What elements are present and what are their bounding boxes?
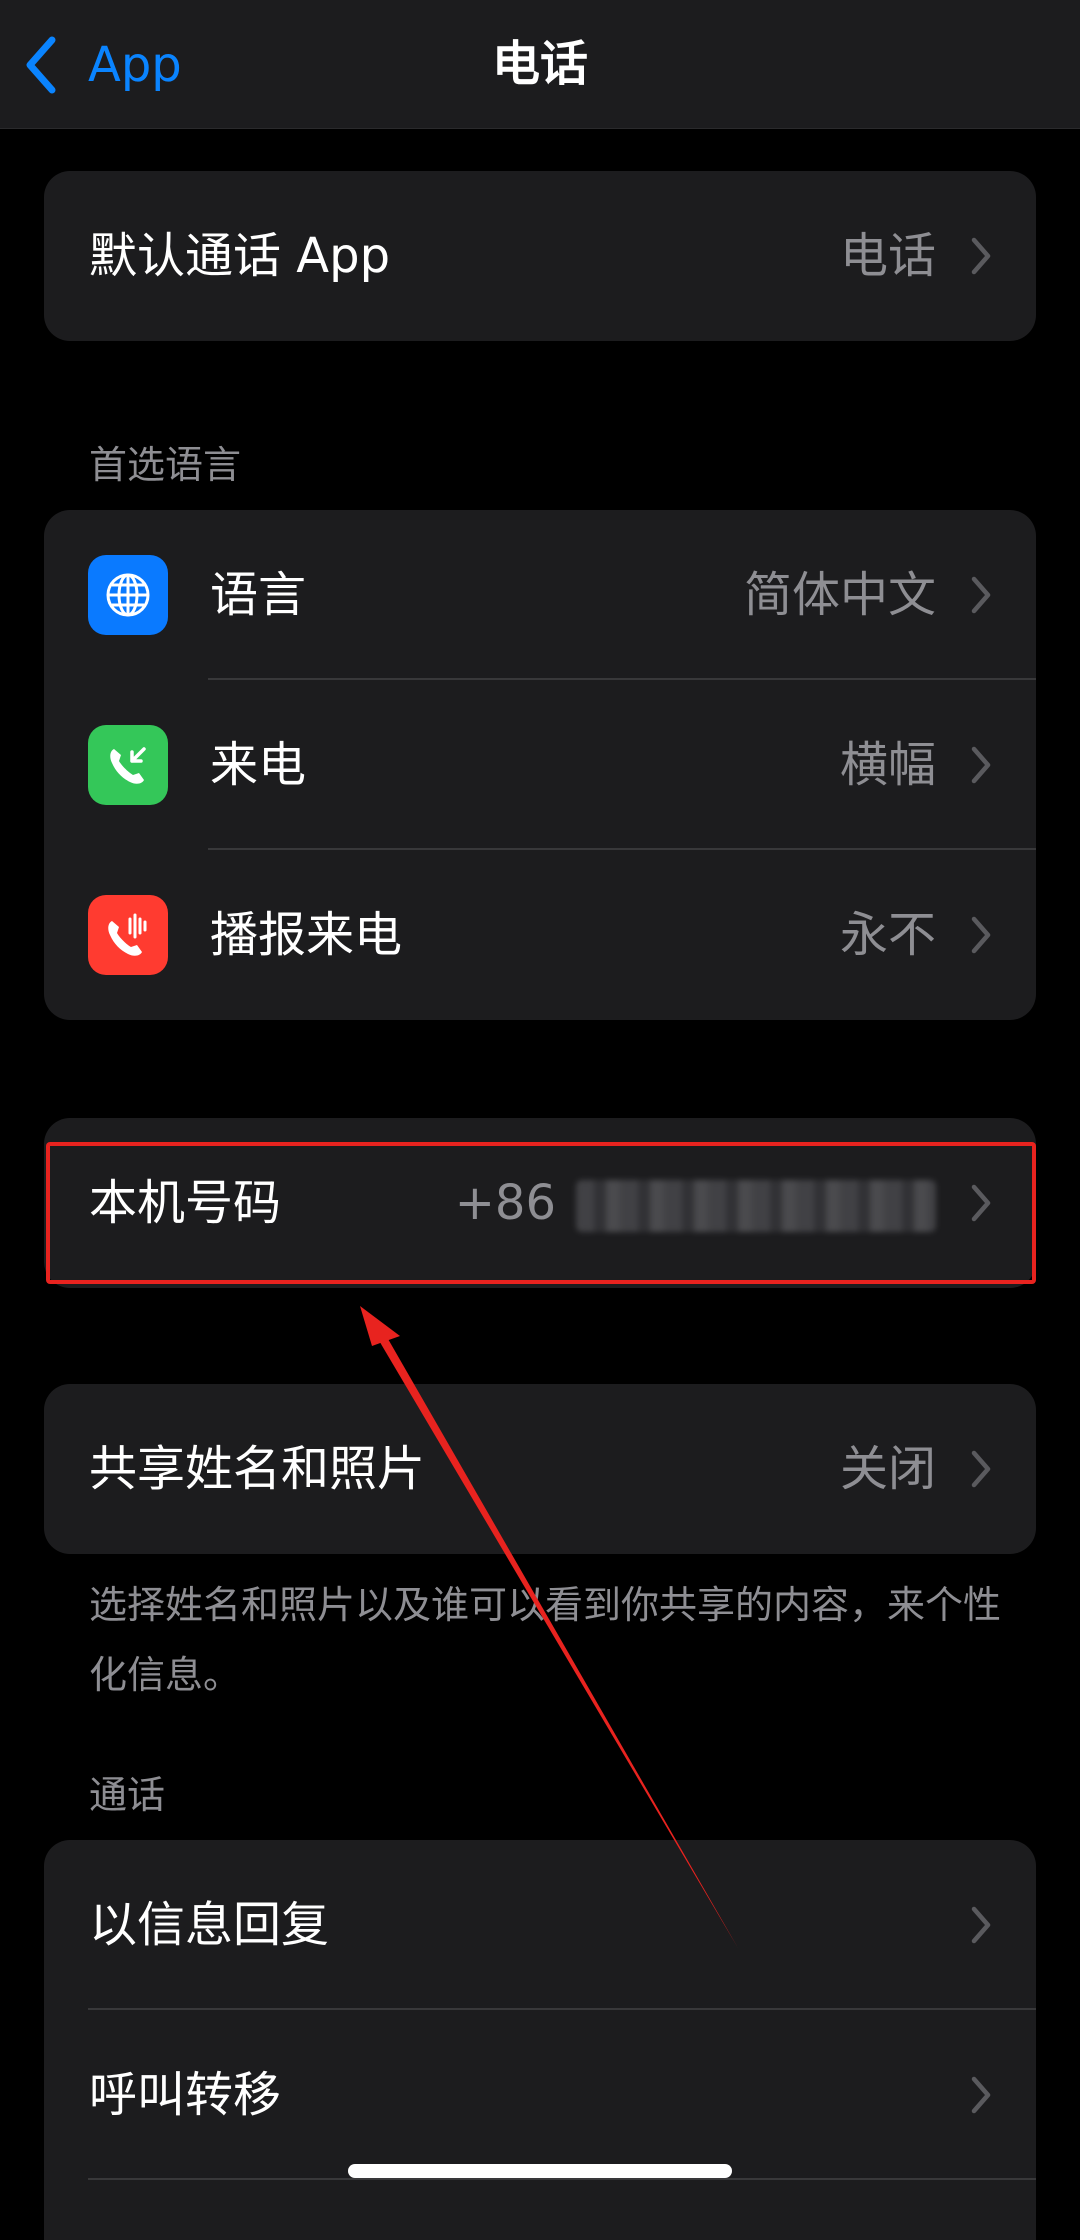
share-name-photo-value: 关闭	[839, 1441, 936, 1497]
incoming-call-label: 来电	[210, 737, 307, 793]
redacted-phone-number	[576, 1180, 936, 1232]
default-call-app-group: 默认通话 App 电话	[44, 171, 1036, 341]
my-number-group: 本机号码 +86	[44, 1118, 1036, 1288]
incoming-call-value: 横幅	[839, 737, 936, 793]
share-name-photo-footer: 选择姓名和照片以及谁可以看到你共享的内容，来个性化信息。	[89, 1583, 1002, 1697]
my-number-label: 本机号码	[89, 1175, 282, 1231]
calls-group: 以信息回复 呼叫转移	[44, 1840, 1036, 2240]
call-forwarding-label: 呼叫转移	[89, 2067, 282, 2123]
default-call-app-label: 默认通话 App	[89, 228, 391, 284]
home-indicator[interactable]	[348, 2164, 732, 2178]
share-name-photo-row[interactable]: 共享姓名和照片 关闭	[44, 1384, 1036, 1554]
language-row[interactable]: 语言 简体中文	[44, 510, 1036, 680]
language-value: 简体中文	[743, 567, 936, 623]
chevron-right-icon	[971, 1184, 991, 1222]
announce-calls-label: 播报来电	[210, 907, 403, 963]
chevron-right-icon	[971, 1906, 991, 1944]
globe-icon	[88, 555, 168, 635]
share-name-photo-group: 共享姓名和照片 关闭	[44, 1384, 1036, 1554]
chevron-right-icon	[971, 916, 991, 954]
incoming-call-icon	[88, 725, 168, 805]
row-separator	[88, 2178, 1036, 2180]
page-title: 电话	[491, 36, 588, 92]
my-number-row[interactable]: 本机号码 +86	[44, 1118, 1036, 1288]
preferred-language-group: 语言 简体中文 来电 横幅 播报来电 永不	[44, 510, 1036, 1020]
chevron-right-icon	[971, 576, 991, 614]
respond-with-text-row[interactable]: 以信息回复	[44, 1840, 1036, 2010]
announce-calls-row[interactable]: 播报来电 永不	[44, 850, 1036, 1020]
navigation-bar: App 电话	[0, 0, 1080, 129]
share-name-photo-label: 共享姓名和照片	[89, 1441, 426, 1497]
country-code: +86	[454, 1175, 556, 1231]
chevron-right-icon	[971, 237, 991, 275]
section-header-calls: 通话	[89, 1773, 166, 1817]
chevron-right-icon	[971, 2076, 991, 2114]
chevron-right-icon	[971, 746, 991, 784]
incoming-call-row[interactable]: 来电 横幅	[44, 680, 1036, 850]
respond-with-text-label: 以信息回复	[89, 1897, 330, 1953]
default-call-app-value: 电话	[839, 228, 936, 284]
chevron-right-icon	[971, 1450, 991, 1488]
announce-calls-value: 永不	[839, 907, 936, 963]
announce-call-icon	[88, 895, 168, 975]
my-number-value: +86	[455, 1118, 936, 1288]
call-forwarding-row[interactable]: 呼叫转移	[44, 2010, 1036, 2180]
default-call-app-row[interactable]: 默认通话 App 电话	[44, 171, 1036, 341]
section-header-preferred-language: 首选语言	[89, 443, 242, 487]
language-label: 语言	[210, 567, 307, 623]
